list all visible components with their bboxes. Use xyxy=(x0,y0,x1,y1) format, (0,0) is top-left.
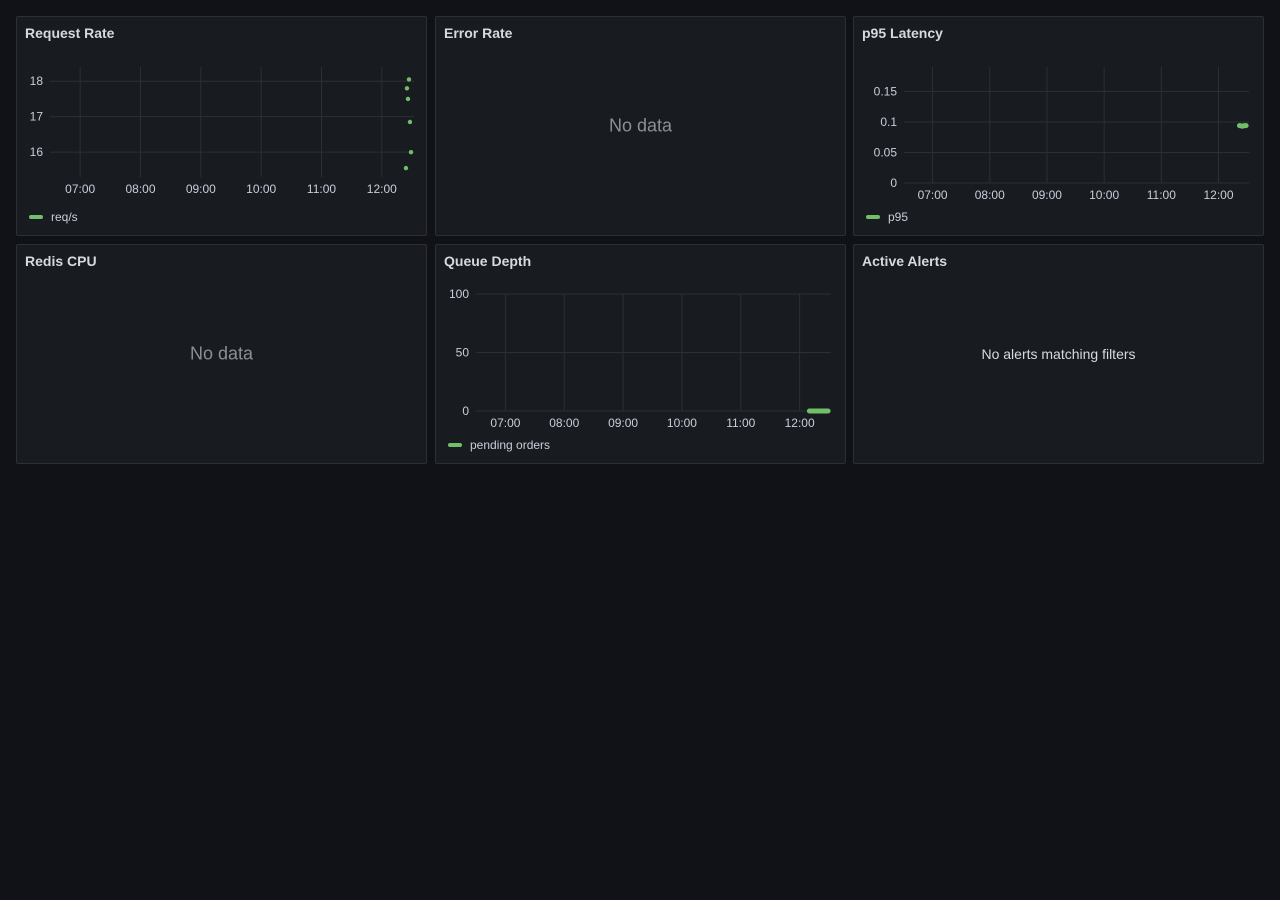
x-tick-label: 09:00 xyxy=(1032,188,1062,202)
x-tick-label: 11:00 xyxy=(307,182,336,196)
x-tick-label: 07:00 xyxy=(490,416,520,430)
panel-queue-depth[interactable]: Queue Depth 07:00 08:00 09:00 10:00 11:00 12:… xyxy=(435,244,846,464)
legend-item-p95[interactable]: p95 xyxy=(866,210,908,224)
y-tick-label: 0 xyxy=(462,404,469,418)
data-point xyxy=(407,119,413,125)
y-tick-label: 0.15 xyxy=(874,84,898,98)
panel-request-rate[interactable]: Request Rate 07:00 08:00 09:00 10:00 11:00 12… xyxy=(16,16,427,236)
x-tick-label: 11:00 xyxy=(726,416,755,430)
x-tick-label: 10:00 xyxy=(246,182,276,196)
legend-item-req-s[interactable]: req/s xyxy=(29,210,78,224)
data-point xyxy=(404,86,410,91)
x-tick-label: 08:00 xyxy=(549,416,579,430)
x-tick-label: 07:00 xyxy=(65,182,95,196)
y-tick-label: 0 xyxy=(890,176,897,190)
x-tick-label: 12:00 xyxy=(785,416,815,430)
request-rate-chart[interactable]: 07:00 08:00 09:00 10:00 11:00 12:00 16 17 18 xyxy=(17,17,428,237)
x-tick-label: 08:00 xyxy=(975,188,1005,202)
no-alerts-message: No alerts matching filters xyxy=(981,346,1136,362)
data-point xyxy=(408,149,414,155)
x-tick-label: 11:00 xyxy=(1147,188,1176,202)
series-line xyxy=(1236,123,1249,129)
no-data-message: No data xyxy=(608,115,673,136)
panel-p95-latency[interactable]: p95 Latency 07:00 08:00 09:00 10:00 11:00 12:… xyxy=(853,16,1264,236)
y-tick-label: 50 xyxy=(456,346,470,360)
panel-title[interactable]: Error Rate xyxy=(444,25,512,41)
x-tick-label: 12:00 xyxy=(1203,188,1233,202)
legend-label: req/s xyxy=(51,210,78,224)
y-tick-label: 100 xyxy=(449,287,469,301)
panel-title[interactable]: Redis CPU xyxy=(25,253,97,269)
x-tick-label: 12:00 xyxy=(367,182,397,196)
x-tick-label: 09:00 xyxy=(186,182,216,196)
legend-swatch xyxy=(866,215,880,219)
y-tick-label: 16 xyxy=(30,145,44,159)
panel-title[interactable]: Active Alerts xyxy=(862,253,947,269)
legend-swatch xyxy=(29,215,43,219)
panel-redis-cpu[interactable]: Redis CPU No data xyxy=(16,244,427,464)
y-tick-label: 0.1 xyxy=(880,115,897,129)
queue-depth-chart[interactable]: 07:00 08:00 09:00 10:00 11:00 12:00 0 50 100 xyxy=(436,245,847,465)
x-tick-label: 09:00 xyxy=(608,416,638,430)
legend-swatch xyxy=(448,443,462,447)
no-data-message: No data xyxy=(189,343,254,364)
x-tick-label: 07:00 xyxy=(918,188,948,202)
y-tick-label: 18 xyxy=(30,74,44,88)
data-point xyxy=(406,77,412,82)
y-tick-label: 0.05 xyxy=(874,145,898,159)
panel-error-rate[interactable]: Error Rate No data xyxy=(435,16,846,236)
p95-latency-chart[interactable]: 07:00 08:00 09:00 10:00 11:00 12:00 0 0.05 0.1 0.… xyxy=(854,17,1265,237)
legend-item-pending-orders[interactable]: pending orders xyxy=(448,438,550,452)
x-tick-label: 10:00 xyxy=(1089,188,1119,202)
legend-label: p95 xyxy=(888,210,909,224)
y-tick-label: 17 xyxy=(30,110,44,124)
legend-label: pending orders xyxy=(470,438,551,452)
panel-active-alerts[interactable]: Active Alerts No alerts matching filters xyxy=(853,244,1264,464)
data-point xyxy=(403,165,409,171)
x-tick-label: 08:00 xyxy=(125,182,155,196)
data-point xyxy=(405,96,411,102)
x-tick-label: 10:00 xyxy=(667,416,697,430)
